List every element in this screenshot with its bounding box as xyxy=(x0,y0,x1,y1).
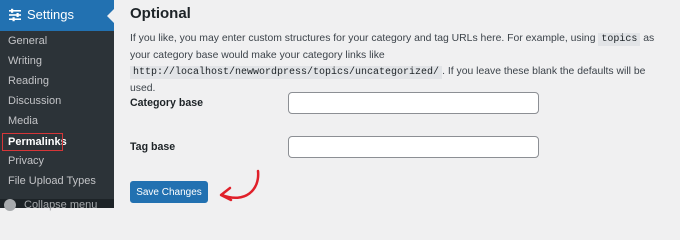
description-text: If you like, you may enter custom struct… xyxy=(130,33,599,44)
curved-arrow-icon xyxy=(219,169,260,202)
example-code-topics: topics xyxy=(598,33,641,46)
settings-submenu: General Writing Reading Discussion Media… xyxy=(0,31,114,199)
collapse-menu-icon xyxy=(4,199,16,212)
section-title: Optional xyxy=(130,5,191,22)
optional-description: If you like, you may enter custom struct… xyxy=(130,31,670,97)
admin-sidebar: Settings General Writing Reading Discuss… xyxy=(0,0,114,212)
category-base-input[interactable] xyxy=(288,92,539,114)
example-code-url: http://localhost/newwordpress/topics/unc… xyxy=(130,66,443,79)
tag-base-input[interactable] xyxy=(288,136,539,158)
collapse-menu-label: Collapse menu xyxy=(24,199,98,211)
current-menu-pointer xyxy=(107,9,114,23)
submenu-item-writing[interactable]: Writing xyxy=(8,55,42,68)
permalink-settings-main: Optional If you like, you may enter cust… xyxy=(114,0,680,208)
menu-item-settings[interactable]: Settings xyxy=(0,0,114,31)
category-base-label: Category base xyxy=(130,97,204,109)
submenu-item-file-upload-types[interactable]: File Upload Types xyxy=(8,175,96,188)
menu-item-settings-label: Settings xyxy=(27,7,74,22)
save-changes-button[interactable]: Save Changes xyxy=(130,181,208,203)
collapse-menu-button[interactable]: Collapse menu xyxy=(4,199,98,212)
tag-base-label: Tag base xyxy=(130,141,176,153)
submenu-item-reading[interactable]: Reading xyxy=(8,75,49,88)
submenu-item-general[interactable]: General xyxy=(8,35,47,48)
submenu-item-media[interactable]: Media xyxy=(8,115,38,128)
permalinks-highlight-box xyxy=(2,133,63,151)
submenu-item-privacy[interactable]: Privacy xyxy=(8,155,44,168)
submenu-item-discussion[interactable]: Discussion xyxy=(8,95,61,108)
settings-sliders-icon xyxy=(9,8,21,22)
